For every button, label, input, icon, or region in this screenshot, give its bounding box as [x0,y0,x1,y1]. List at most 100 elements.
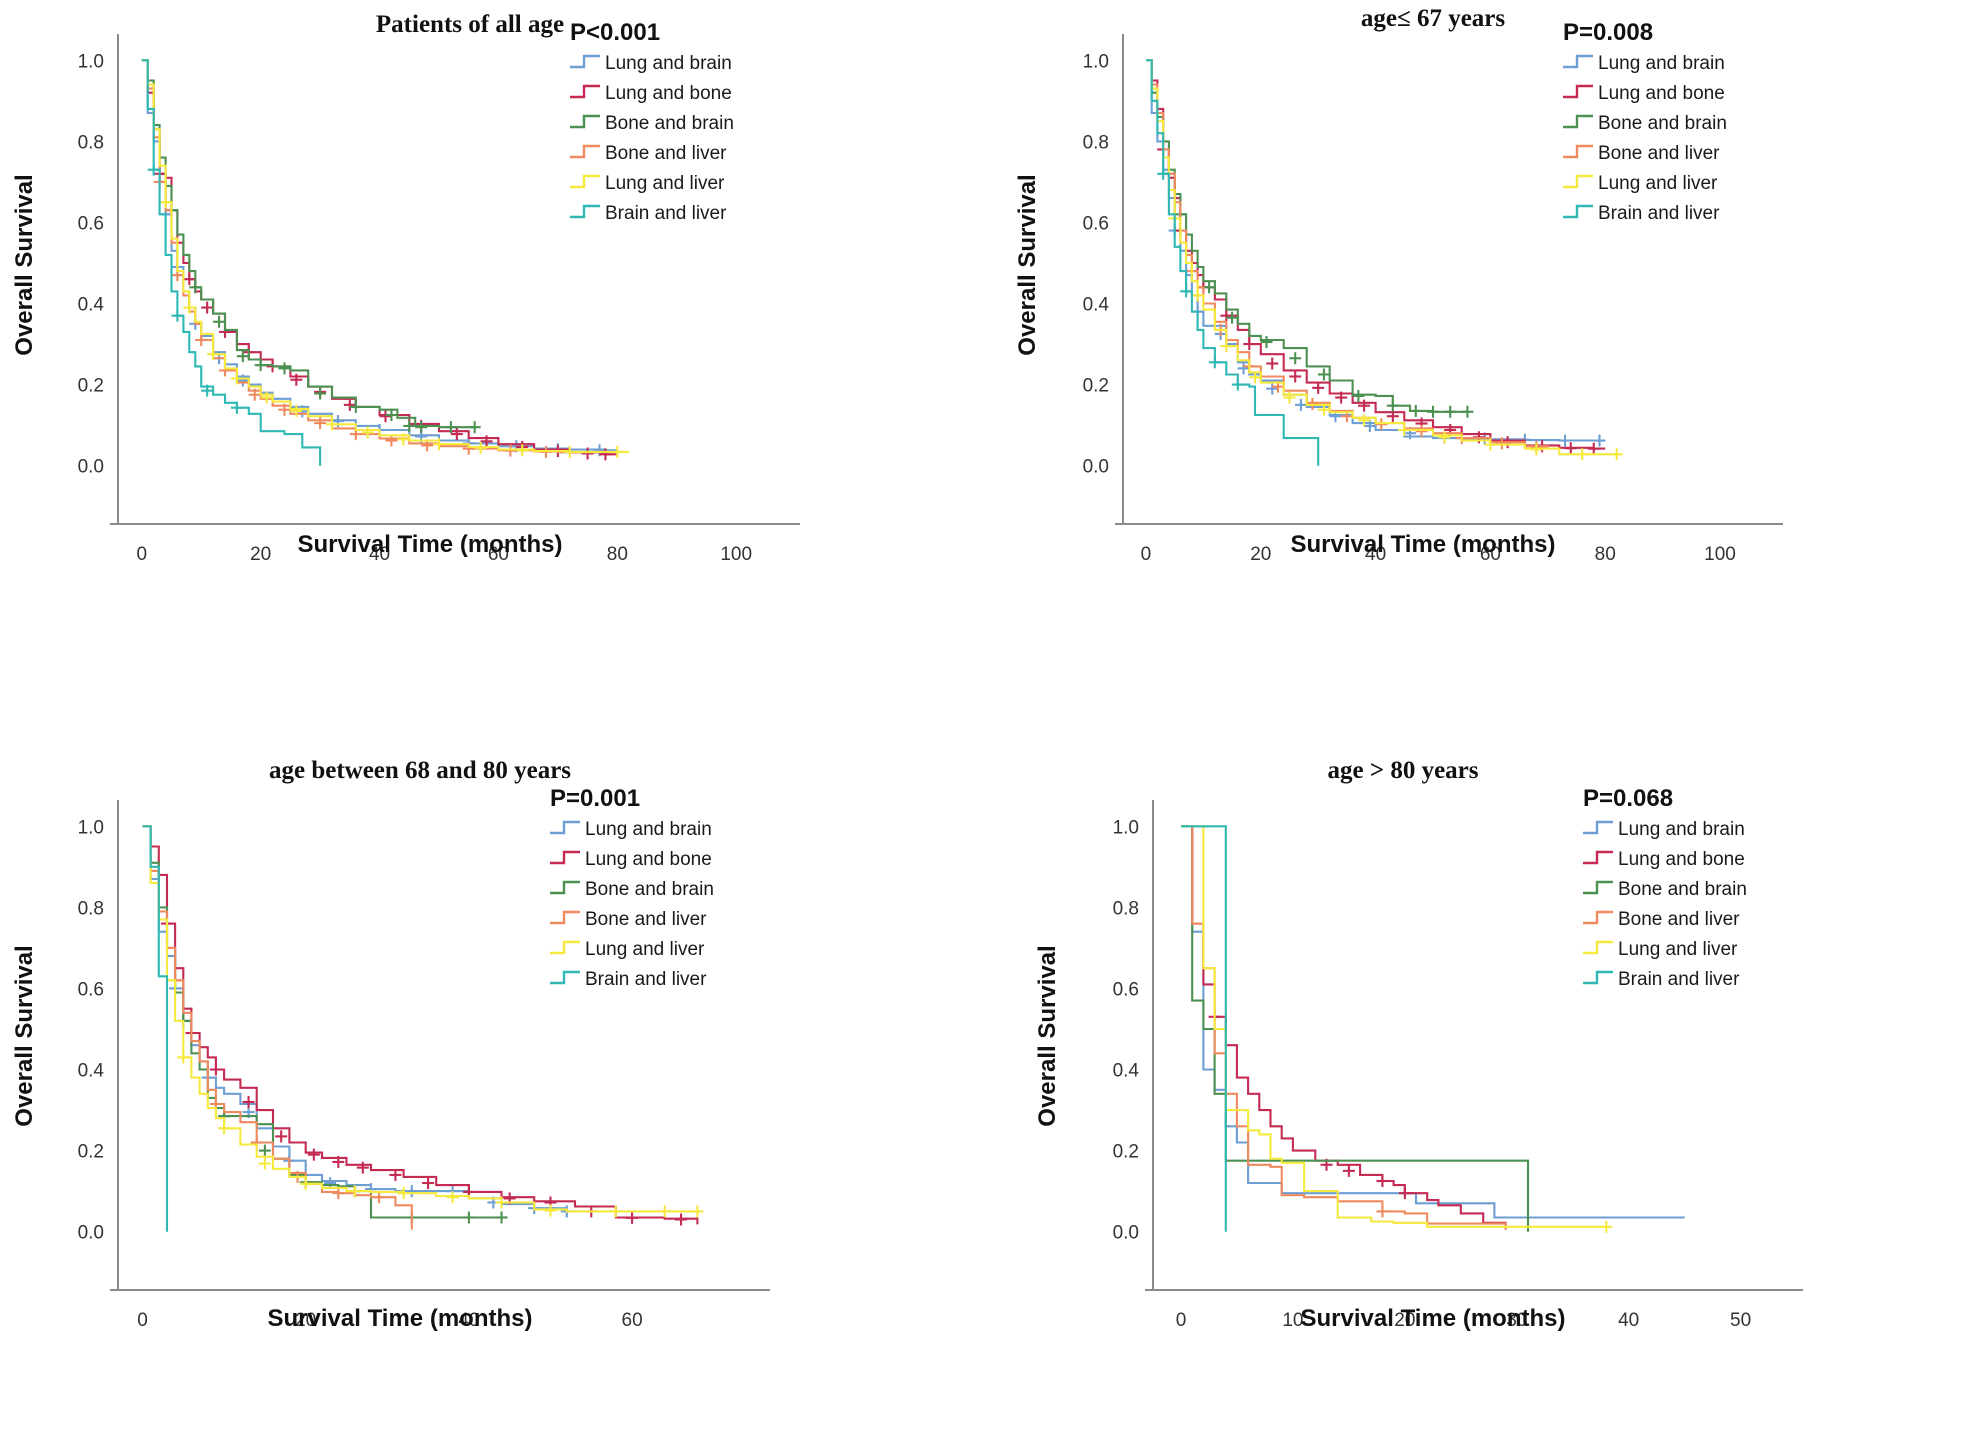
legend-swatch-step-icon [550,820,580,835]
censor-mark [314,387,327,400]
y-tick-label: 0.4 [78,1061,105,1082]
censor-mark [379,410,392,423]
legend-label: Lung and brain [1598,53,1725,74]
censor-mark [218,1122,231,1135]
y-tick-label: 1.0 [1113,817,1139,838]
legend-item-lung-and-brain[interactable]: Lung and brain [1583,819,1745,840]
x-tick-label: 0 [136,544,147,565]
km-curve-bone-and-liver [1146,59,1549,448]
legend-swatch-step-icon [550,970,580,985]
y-tick-label: 0.4 [1113,1061,1140,1082]
km-curve-lung-and-brain [1181,825,1685,1219]
legend-item-lung-and-bone[interactable]: Lung and bone [550,849,712,870]
censor-mark [1376,1205,1389,1218]
legend-swatch-step-icon [1563,54,1593,69]
censor-mark [1266,382,1279,395]
panel-age-68-80: age between 68 and 80 years P=0.001 0.0 0.2… [0,726,983,1451]
censor-mark [1363,419,1376,432]
y-tick-label: 1.0 [78,817,104,838]
legend-item-lung-and-bone[interactable]: Lung and bone [570,83,732,104]
y-tick-label: 0.4 [1083,295,1110,316]
km-curve-lung-and-liver [1181,825,1607,1228]
censor-mark [278,362,291,375]
y-tick-label: 0.6 [78,979,104,1000]
legend-item-lung-and-liver[interactable]: Lung and liver [1583,939,1738,960]
censor-mark [1409,404,1422,417]
censor-mark [1266,357,1279,370]
censor-mark [1576,448,1589,461]
legend-item-bone-and-liver[interactable]: Bone and liver [550,909,707,930]
p-value-label: P=0.068 [1583,785,1673,812]
legend-label: Bone and brain [1598,113,1727,134]
y-tick-label: 0.2 [1083,376,1109,397]
legend-item-brain-and-liver[interactable]: Brain and liver [570,203,727,224]
censor-mark [258,1144,271,1157]
legend-item-lung-and-liver[interactable]: Lung and liver [1563,173,1718,194]
y-tick-label: 0.0 [78,457,104,478]
legend-item-lung-and-brain[interactable]: Lung and brain [550,819,712,840]
censor-mark [299,1177,312,1190]
legend-item-bone-and-liver[interactable]: Bone and liver [1563,143,1720,164]
censor-mark [1317,368,1330,381]
censor-mark [1243,338,1256,351]
legend-label: Lung and bone [1598,83,1725,104]
y-axis-title: Overall Survival [1014,174,1041,355]
y-tick-label: 0.8 [78,132,104,153]
censor-mark [307,1148,320,1161]
censor-mark [1358,414,1371,427]
legend-label: Lung and liver [1618,939,1738,960]
legend-label: Lung and brain [605,53,732,74]
km-curve-bone-and-liver [1181,825,1507,1230]
y-tick-label: 0.2 [78,376,104,397]
panel-title: age > 80 years [1327,757,1478,784]
censor-mark [495,1211,508,1224]
km-curve-lung-and-bone [1146,59,1606,450]
y-tick-label: 0.6 [78,213,104,234]
legend-item-brain-and-liver[interactable]: Brain and liver [1583,969,1740,990]
legend-label: Brain and liver [605,203,727,224]
censor-mark [626,1211,639,1224]
x-tick-label: 20 [1250,544,1271,565]
legend-item-lung-and-brain[interactable]: Lung and brain [1563,53,1725,74]
legend-swatch-step-icon [570,144,600,159]
legend-label: Bone and liver [1618,909,1740,930]
legend-label: Bone and brain [585,879,714,900]
legend-label: Lung and brain [1618,819,1745,840]
legend-swatch-step-icon [1563,84,1593,99]
legend-swatch-step-icon [1583,820,1613,835]
x-axis-title: Survival Time (months) [1291,531,1556,558]
legend-item-bone-and-brain[interactable]: Bone and brain [1563,113,1727,134]
legend-item-lung-and-liver[interactable]: Lung and liver [570,173,725,194]
x-tick-label: 60 [622,1310,643,1331]
legend-label: Lung and liver [1598,173,1718,194]
legend-label: Bone and liver [1598,143,1720,164]
legend-item-lung-and-brain[interactable]: Lung and brain [570,53,732,74]
legend-item-lung-and-liver[interactable]: Lung and liver [550,939,705,960]
legend-item-lung-and-bone[interactable]: Lung and bone [1583,849,1745,870]
legend-item-brain-and-liver[interactable]: Brain and liver [550,969,707,990]
y-tick-label: 0.8 [1113,898,1139,919]
x-tick-label: 0 [137,1310,148,1331]
km-curve-lung-and-brain [1146,59,1606,442]
legend-item-bone-and-brain[interactable]: Bone and brain [550,879,714,900]
legend-item-bone-and-brain[interactable]: Bone and brain [570,113,734,134]
legend-label: Brain and liver [1598,203,1720,224]
y-axis-title: Overall Survival [1034,945,1061,1126]
censor-mark [258,1157,271,1170]
y-tick-label: 0.8 [1083,132,1109,153]
km-curve-brain-and-liver [141,59,322,466]
x-tick-label: 0 [1141,544,1152,565]
panel-age-gt-80-canvas: age > 80 years P=0.068 0.0 0.2 0.4 0.6 0.8 1.0 0… [1034,757,1803,1332]
censor-mark [332,1187,345,1200]
legend-item-lung-and-bone[interactable]: Lung and bone [1563,83,1725,104]
censor-mark [1386,399,1399,412]
censor-mark [446,1191,459,1204]
legend-item-bone-and-liver[interactable]: Bone and liver [570,143,727,164]
legend-swatch-step-icon [570,114,600,129]
legend-item-brain-and-liver[interactable]: Brain and liver [1563,203,1720,224]
legend-item-bone-and-brain[interactable]: Bone and brain [1583,879,1747,900]
legend-swatch-step-icon [1563,204,1593,219]
km-curve-bone-and-brain [1146,59,1468,413]
legend-item-bone-and-liver[interactable]: Bone and liver [1583,909,1740,930]
y-tick-label: 0.4 [78,295,105,316]
